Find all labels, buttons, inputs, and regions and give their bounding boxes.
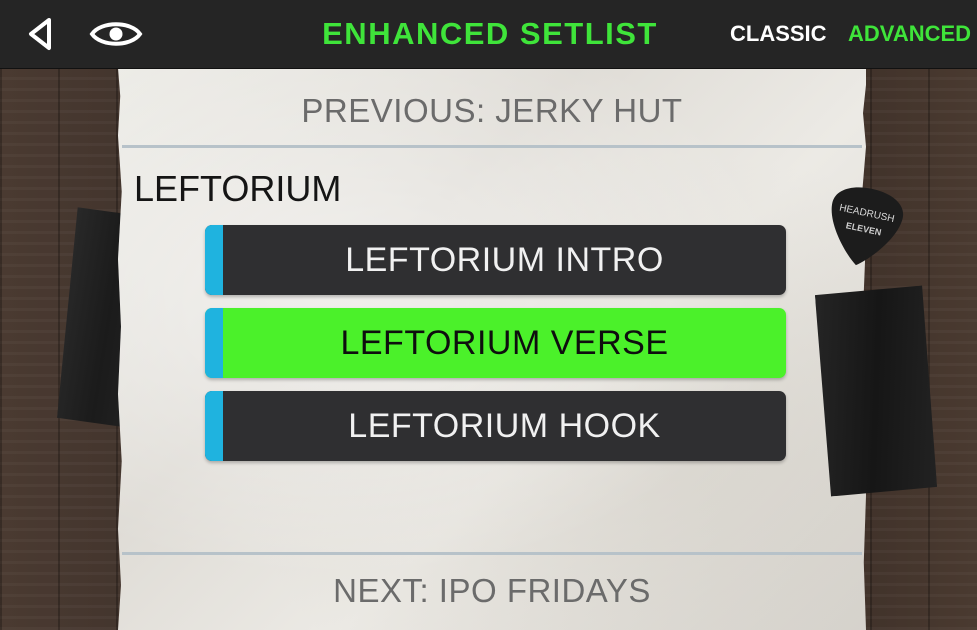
- section-marker: [205, 308, 223, 378]
- section-label: LEFTORIUM HOOK: [348, 407, 661, 445]
- current-song-title: LEFTORIUM: [134, 168, 342, 209]
- next-song[interactable]: NEXT: IPO FRIDAYS: [118, 560, 866, 622]
- section-button-verse[interactable]: LEFTORIUM VERSE: [205, 308, 786, 378]
- section-marker: [205, 391, 223, 461]
- section-marker: [205, 225, 223, 295]
- previous-song[interactable]: PREVIOUS: JERKY HUT: [118, 80, 866, 142]
- section-button-intro[interactable]: LEFTORIUM INTRO: [205, 225, 786, 295]
- section-button-hook[interactable]: LEFTORIUM HOOK: [205, 391, 786, 461]
- eye-icon: [89, 22, 143, 46]
- back-button[interactable]: [20, 14, 60, 54]
- divider-bottom: [122, 552, 862, 555]
- top-bar: ENHANCED SETLIST CLASSIC ADVANCED: [0, 0, 977, 69]
- section-label: LEFTORIUM INTRO: [345, 241, 664, 279]
- view-button[interactable]: [88, 12, 144, 56]
- mode-classic-button[interactable]: CLASSIC: [730, 0, 827, 68]
- mode-advanced-button[interactable]: ADVANCED: [848, 0, 977, 68]
- divider-top: [122, 145, 862, 148]
- page-title: ENHANCED SETLIST: [322, 16, 658, 51]
- back-triangle-icon: [29, 18, 51, 50]
- tape-right-decoration: [815, 285, 938, 497]
- section-label: LEFTORIUM VERSE: [340, 324, 669, 362]
